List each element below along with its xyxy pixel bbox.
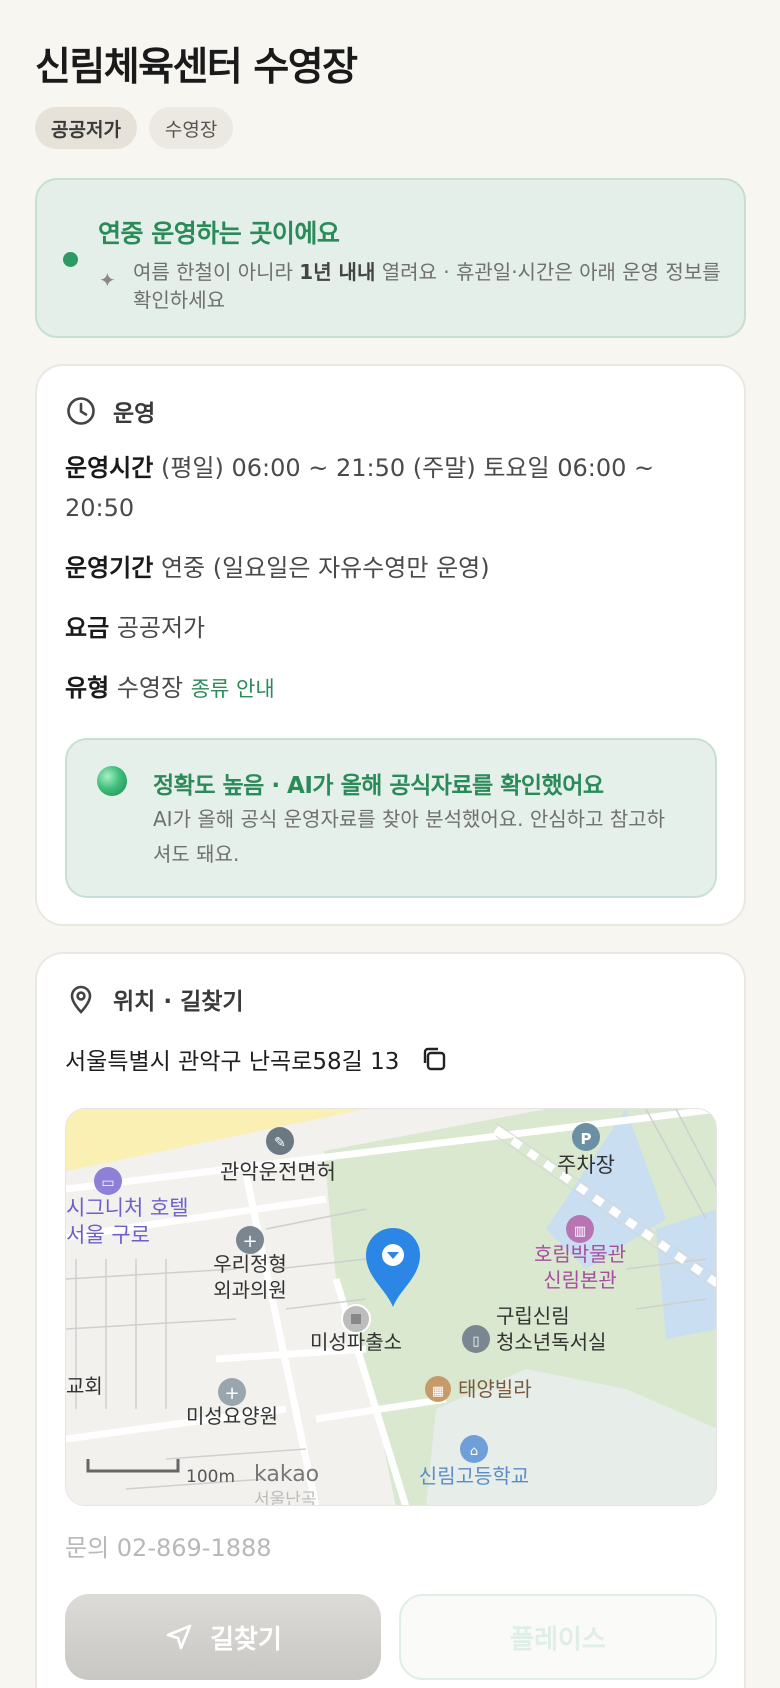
svg-text:P: P bbox=[581, 1130, 592, 1148]
map-label-partial: 서울난곡 bbox=[254, 1490, 317, 1506]
map-label-villa: 태양빌라 bbox=[458, 1377, 532, 1401]
map-kakao-logo: kakao bbox=[254, 1462, 319, 1487]
map-label-library-1: 구립신림 bbox=[496, 1304, 570, 1328]
map-label-church: 교회 bbox=[66, 1374, 103, 1398]
copy-icon[interactable] bbox=[419, 1044, 449, 1074]
svg-text:⌂: ⌂ bbox=[470, 1444, 478, 1459]
route-button[interactable]: 길찾기 bbox=[65, 1594, 381, 1680]
map-label-parking: 주차장 bbox=[557, 1153, 615, 1177]
contact-phone[interactable]: 문의 02-869-1888 bbox=[65, 1528, 272, 1563]
place-button-label: 플레이스 bbox=[510, 1624, 606, 1655]
map-label-driving-school: 관악운전면허 bbox=[220, 1160, 336, 1184]
location-pin-icon bbox=[70, 985, 92, 1014]
location-map[interactable]: ✎ 관악운전면허 ▭ 시그니처 호텔 서울 구로 + 우리정형 외과의원 미성파… bbox=[65, 1108, 717, 1506]
map-scale-label: 100m bbox=[186, 1467, 235, 1487]
location-heading: 위치 · 길찾기 bbox=[65, 982, 244, 1016]
operation-card: 운영 운영시간 (평일) 06:00 ~ 21:50 (주말) 토요일 06:0… bbox=[35, 364, 746, 926]
tag-list: 공공저가 수영장 bbox=[35, 107, 234, 149]
ai-description: AI가 올해 공식 운영자료를 찾아 분석했어요. 안심하고 참고하셔도 돼요. bbox=[153, 807, 666, 866]
operation-type: 유형 수영장 종류 안내 bbox=[65, 674, 275, 702]
svg-text:▭: ▭ bbox=[101, 1175, 114, 1191]
operation-heading: 운영 bbox=[65, 394, 155, 428]
svg-text:▦: ▦ bbox=[432, 1384, 444, 1399]
page-title: 신림체육센터 수영장 bbox=[35, 45, 358, 90]
svg-text:▯: ▯ bbox=[472, 1334, 479, 1349]
address-text: 서울특별시 관악구 난곡로58길 13 bbox=[65, 1049, 400, 1075]
map-label-library-2: 청소년독서실 bbox=[496, 1330, 606, 1354]
sparkle-icon: ✦ bbox=[99, 268, 116, 292]
place-button[interactable]: 플레이스 bbox=[399, 1594, 717, 1680]
svg-text:+: + bbox=[224, 1383, 239, 1404]
address-row: 서울특별시 관악구 난곡로58길 13 bbox=[65, 1042, 449, 1076]
map-label-school: 신림고등학교 bbox=[419, 1464, 529, 1488]
map-label-museum-2: 신림본관 bbox=[543, 1268, 617, 1292]
year-round-notice: 연중 운영하는 곳이에요 ✦ 여름 한철이 아니라 1년 내내 열려요 · 휴관… bbox=[35, 178, 746, 338]
svg-text:✎: ✎ bbox=[274, 1135, 286, 1151]
type-guide-link[interactable]: 종류 안내 bbox=[191, 677, 275, 701]
clock-icon bbox=[67, 397, 95, 425]
ai-orb-icon bbox=[97, 766, 127, 796]
notice-description: 여름 한철이 아니라 1년 내내 열려요 · 휴관일·시간은 아래 운영 정보를… bbox=[133, 260, 721, 312]
map-label-hotel-1: 시그니처 호텔 bbox=[66, 1196, 189, 1220]
location-card: 위치 · 길찾기 서울특별시 관악구 난곡로58길 13 ✎ 관악운전면허 ▭ … bbox=[35, 952, 746, 1688]
svg-text:▥: ▥ bbox=[574, 1224, 586, 1239]
map-label-care-home: 미성요양원 bbox=[186, 1404, 278, 1428]
map-label-clinic-1: 우리정형 bbox=[213, 1252, 287, 1276]
map-label-clinic-2: 외과의원 bbox=[213, 1278, 287, 1302]
notice-title: 연중 운영하는 곳이에요 bbox=[98, 219, 340, 248]
map-label-police: 미성파출소 bbox=[310, 1330, 402, 1354]
navigation-arrow-icon bbox=[166, 1624, 192, 1650]
operation-fee: 요금 공공저가 bbox=[65, 614, 206, 642]
ai-accuracy-box: 정확도 높음 · AI가 올해 공식자료를 확인했어요 AI가 올해 공식 운영… bbox=[65, 738, 717, 898]
map-label-museum-1: 호림박물관 bbox=[534, 1242, 626, 1266]
route-button-label: 길찾기 bbox=[210, 1624, 282, 1655]
tag-pool[interactable]: 수영장 bbox=[148, 107, 234, 149]
svg-text:+: + bbox=[242, 1231, 257, 1252]
ai-title: 정확도 높음 · AI가 올해 공식자료를 확인했어요 bbox=[153, 773, 604, 799]
map-label-hotel-2: 서울 구로 bbox=[66, 1223, 150, 1247]
tag-public-price[interactable]: 공공저가 bbox=[35, 107, 137, 149]
operation-period: 운영기간 연중 (일요일은 자유수영만 운영) bbox=[65, 554, 490, 582]
operation-hours: 운영시간 (평일) 06:00 ~ 21:50 (주말) 토요일 06:00 ~… bbox=[65, 454, 655, 522]
status-dot bbox=[63, 252, 78, 267]
